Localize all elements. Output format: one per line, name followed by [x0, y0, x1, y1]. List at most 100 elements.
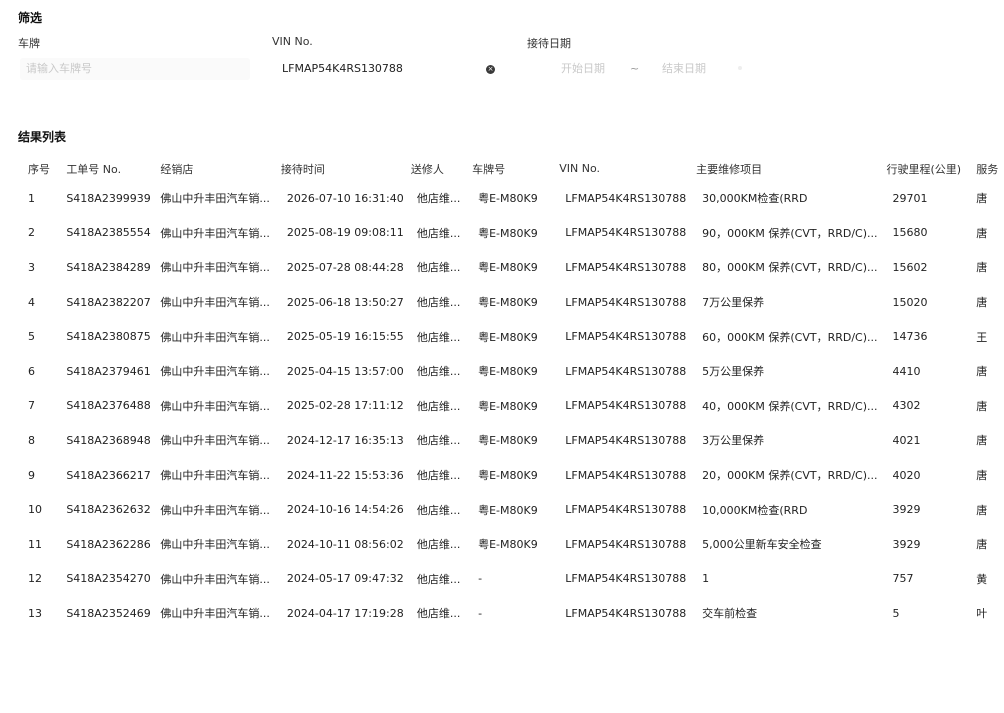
col-header: VIN No. [559, 162, 601, 175]
table-row[interactable]: 7 S418A2376488 佛山中升丰田汽车销... 2025-02-28 17:1… [20, 389, 1004, 424]
cell-plate-no: 粤E-M80K9 [478, 399, 538, 413]
cell-reception-time: 2025-02-28 17:11:12 [286, 399, 404, 413]
cell-mileage: 4410 [892, 364, 921, 378]
filter-title: 筛选 [18, 11, 43, 25]
cell-vin-no: LFMAP54K4RS130788 [565, 330, 687, 344]
col-header: 服务 [976, 162, 999, 176]
cell-row-index: 9 [28, 468, 35, 482]
table-row[interactable]: 1 S418A2399939 佛山中升丰田汽车销... 2026-07-10 16:3… [20, 181, 1004, 216]
cell-vin-no: LFMAP54K4RS130788 [565, 433, 687, 447]
cell-service-advisor: 唐 [976, 226, 988, 240]
cell-mileage: 757 [892, 572, 914, 586]
plate-input[interactable]: 请输入车牌号 [20, 58, 250, 80]
cell-vin-no: LFMAP54K4RS130788 [565, 468, 687, 482]
cell-vin-no: LFMAP54K4RS130788 [565, 260, 687, 274]
cell-repair-item: 7万公里保养 [702, 296, 765, 310]
table-row[interactable]: 3 S418A2384289 佛山中升丰田汽车销... 2025-07-28 08:4… [20, 250, 1004, 285]
cell-vin-no: LFMAP54K4RS130788 [565, 364, 687, 378]
cell-mileage: 15680 [892, 226, 928, 240]
cell-plate-no: 粤E-M80K9 [478, 365, 538, 379]
table-row[interactable]: 2 S418A2385554 佛山中升丰田汽车销... 2025-08-19 09:0… [20, 216, 1004, 251]
cell-plate-no: - [478, 606, 483, 620]
cell-sender: 他店维... [416, 572, 461, 586]
col-header: 行驶里程(公里) [886, 162, 962, 176]
cell-service-advisor: 唐 [976, 192, 988, 206]
cell-dealer: 佛山中升丰田汽车销... [160, 226, 270, 240]
cell-dealer: 佛山中升丰田汽车销... [160, 572, 270, 586]
cell-reception-time: 2024-10-11 08:56:02 [286, 537, 404, 551]
cell-mileage: 3929 [892, 537, 921, 551]
cell-service-advisor: 唐 [976, 538, 988, 552]
table-header-row: 序号 工单号 No. 经销店 接待时间 送修人 车牌号 VIN No. 主要维修… [20, 156, 1004, 181]
cell-vin-no: LFMAP54K4RS130788 [565, 606, 687, 620]
cell-mileage: 14736 [892, 330, 928, 344]
table-row[interactable]: 9 S418A2366217 佛山中升丰田汽车销... 2024-11-22 15:5… [20, 458, 1004, 493]
cell-sender: 他店维... [416, 434, 461, 448]
cell-dealer: 佛山中升丰田汽车销... [160, 503, 270, 517]
table-row[interactable]: 13 S418A2352469 佛山中升丰田汽车销... 2024-04-17 17:… [20, 596, 1004, 631]
cell-service-advisor: 叶 [976, 607, 988, 621]
cell-plate-no: 粤E-M80K9 [478, 434, 538, 448]
cell-vin-no: LFMAP54K4RS130788 [565, 399, 687, 413]
clear-circle-icon[interactable]: × [486, 65, 495, 74]
col-header: 经销店 [160, 162, 194, 176]
cell-work-order-no: S418A2379461 [66, 364, 151, 378]
cell-repair-item: 1 [702, 572, 710, 586]
cell-mileage: 4021 [892, 433, 921, 447]
table-row[interactable]: 5 S418A2380875 佛山中升丰田汽车销... 2025-05-19 16:1… [20, 319, 1004, 354]
cell-mileage: 4020 [892, 468, 921, 482]
cell-row-index: 12 [28, 572, 42, 586]
results-table: 序号 工单号 No. 经销店 接待时间 送修人 车牌号 VIN No. 主要维修… [20, 156, 1004, 631]
cell-dealer: 佛山中升丰田汽车销... [160, 192, 270, 206]
cell-work-order-no: S418A2380875 [66, 330, 151, 344]
date-start-input[interactable]: 开始日期 [555, 58, 625, 80]
cell-dealer: 佛山中升丰田汽车销... [160, 365, 270, 379]
cell-dealer: 佛山中升丰田汽车销... [160, 330, 270, 344]
cell-repair-item: 3万公里保养 [702, 434, 765, 448]
cell-work-order-no: S418A2352469 [66, 606, 151, 620]
cell-reception-time: 2025-05-19 16:15:55 [286, 330, 404, 344]
col-header: 序号 [28, 162, 50, 176]
date-end-input[interactable]: 结束日期 [656, 58, 736, 80]
cell-work-order-no: S418A2362286 [66, 537, 151, 551]
cell-repair-item: 80，000KM 保养(CVT，RRD/C)... [702, 261, 878, 275]
cell-dealer: 佛山中升丰田汽车销... [160, 607, 270, 621]
table-row[interactable]: 8 S418A2368948 佛山中升丰田汽车销... 2024-12-17 16:3… [20, 423, 1004, 458]
table-row[interactable]: 10 S418A2362632 佛山中升丰田汽车销... 2024-10-16 14:… [20, 492, 1004, 527]
cell-sender: 他店维... [416, 296, 461, 310]
cell-sender: 他店维... [416, 226, 461, 240]
vin-input[interactable]: LFMAP54K4RS130788 [276, 58, 501, 80]
cell-service-advisor: 黄 [976, 572, 988, 586]
cell-dealer: 佛山中升丰田汽车销... [160, 434, 270, 448]
cell-reception-time: 2024-10-16 14:54:26 [286, 503, 404, 517]
col-header: 送修人 [410, 162, 444, 176]
col-header: 接待时间 [280, 162, 325, 176]
cell-vin-no: LFMAP54K4RS130788 [565, 295, 687, 309]
cell-work-order-no: S418A2384289 [66, 260, 151, 274]
cell-repair-item: 60，000KM 保养(CVT，RRD/C)... [702, 330, 878, 344]
cell-reception-time: 2024-12-17 16:35:13 [286, 433, 404, 447]
table-row[interactable]: 12 S418A2354270 佛山中升丰田汽车销... 2024-05-17 09:… [20, 562, 1004, 597]
cell-sender: 他店维... [416, 330, 461, 344]
table-row[interactable]: 6 S418A2379461 佛山中升丰田汽车销... 2025-04-15 13:5… [20, 354, 1004, 389]
cell-row-index: 4 [28, 295, 35, 309]
cell-mileage: 5 [892, 606, 900, 620]
cell-row-index: 6 [28, 364, 35, 378]
cell-dealer: 佛山中升丰田汽车销... [160, 261, 270, 275]
cell-dealer: 佛山中升丰田汽车销... [160, 399, 270, 413]
table-row[interactable]: 11 S418A2362286 佛山中升丰田汽车销... 2024-10-11 08:… [20, 527, 1004, 562]
cell-repair-item: 交车前检查 [702, 607, 758, 621]
cell-sender: 他店维... [416, 399, 461, 413]
cell-vin-no: LFMAP54K4RS130788 [565, 226, 687, 240]
cell-mileage: 15020 [892, 295, 928, 309]
calendar-icon[interactable] [738, 66, 742, 70]
cell-dealer: 佛山中升丰田汽车销... [160, 469, 270, 483]
cell-vin-no: LFMAP54K4RS130788 [565, 537, 687, 551]
cell-plate-no: 粤E-M80K9 [478, 261, 538, 275]
cell-sender: 他店维... [416, 365, 461, 379]
table-row[interactable]: 4 S418A2382207 佛山中升丰田汽车销... 2025-06-18 13:5… [20, 285, 1004, 320]
cell-work-order-no: S418A2385554 [66, 226, 151, 240]
col-header: 主要维修项目 [696, 162, 763, 176]
cell-reception-time: 2025-06-18 13:50:27 [286, 295, 404, 309]
cell-mileage: 29701 [892, 191, 928, 205]
